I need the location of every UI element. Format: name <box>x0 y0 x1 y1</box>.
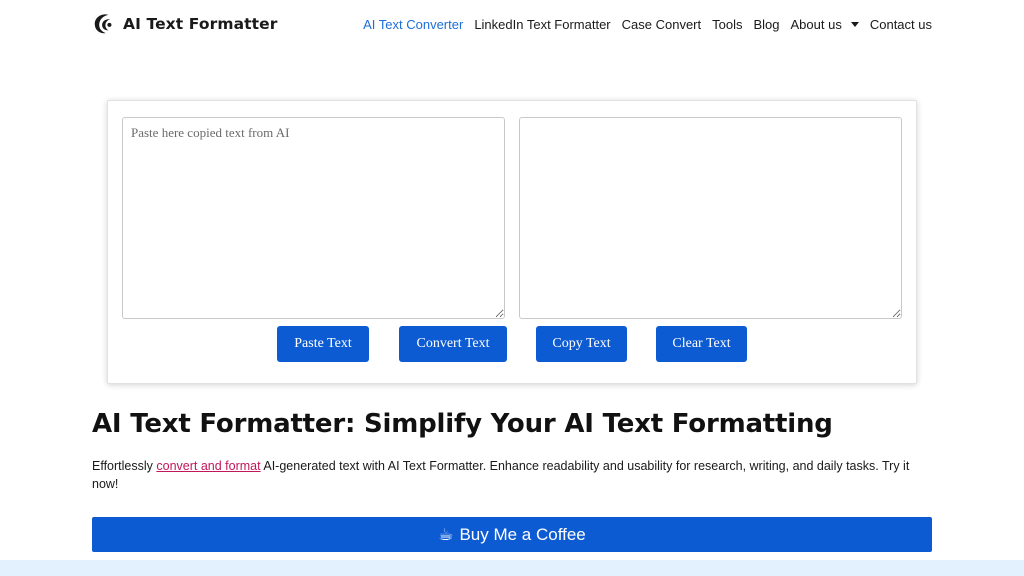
coffee-cup-icon: ☕ <box>438 524 454 544</box>
page-description: Effortlessly convert and format AI-gener… <box>92 457 937 493</box>
clear-text-button[interactable]: Clear Text <box>656 326 747 362</box>
brand-logo[interactable]: AI Text Formatter <box>92 12 278 36</box>
brand-name: AI Text Formatter <box>123 15 278 33</box>
paste-text-button[interactable]: Paste Text <box>277 326 369 362</box>
input-textarea[interactable] <box>122 117 505 319</box>
footer-band <box>0 560 1024 576</box>
copy-text-button[interactable]: Copy Text <box>536 326 627 362</box>
page-heading: AI Text Formatter: Simplify Your AI Text… <box>92 409 833 439</box>
nav-blog[interactable]: Blog <box>753 17 779 32</box>
nav-about-us-dropdown[interactable]: About us <box>791 17 859 32</box>
nav-ai-text-converter[interactable]: AI Text Converter <box>363 17 463 32</box>
nav-linkedin-text-formatter[interactable]: LinkedIn Text Formatter <box>474 17 610 32</box>
convert-text-button[interactable]: Convert Text <box>399 326 507 362</box>
nav-tools[interactable]: Tools <box>712 17 742 32</box>
main-nav: AI Text Converter LinkedIn Text Formatte… <box>363 17 932 32</box>
convert-and-format-link[interactable]: convert and format <box>156 459 260 473</box>
caret-down-icon <box>850 22 859 27</box>
buy-me-a-coffee-label: Buy Me a Coffee <box>459 524 586 544</box>
buy-me-a-coffee-button[interactable]: ☕ Buy Me a Coffee <box>92 517 932 552</box>
description-text-start: Effortlessly <box>92 459 157 473</box>
nav-about-us-label: About us <box>790 17 842 32</box>
nav-case-convert[interactable]: Case Convert <box>622 17 701 32</box>
formatter-tool-card: Paste Text Convert Text Copy Text Clear … <box>107 100 917 384</box>
site-header: AI Text Formatter AI Text Converter Link… <box>0 0 1024 50</box>
logo-swirl-icon <box>94 14 112 34</box>
nav-contact-us[interactable]: Contact us <box>870 17 932 32</box>
output-textarea[interactable] <box>519 117 902 319</box>
